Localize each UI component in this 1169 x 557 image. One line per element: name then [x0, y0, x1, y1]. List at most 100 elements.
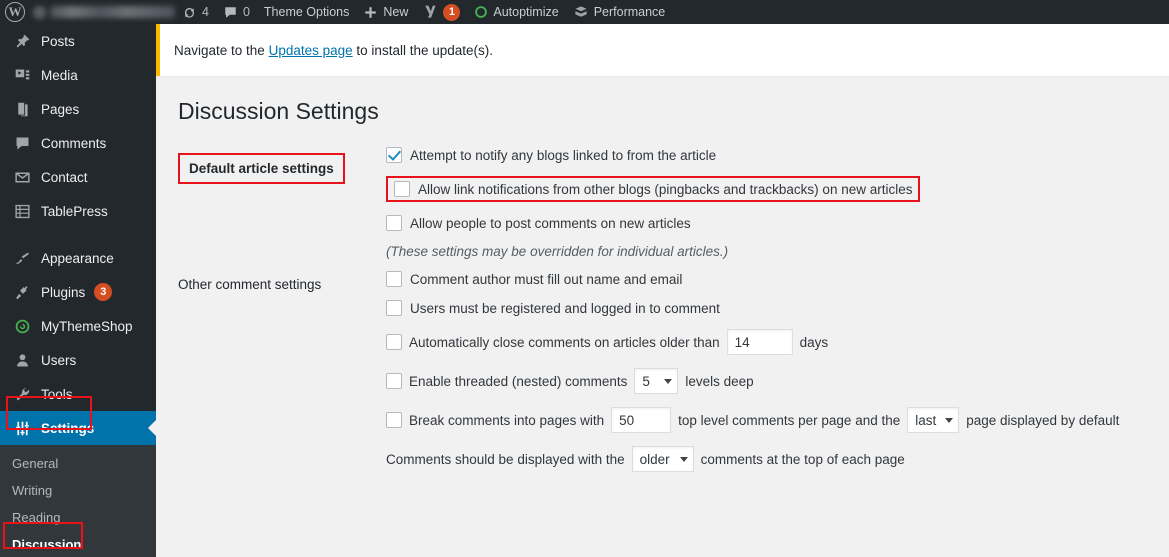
- sidebar-item-label: Contact: [41, 169, 88, 185]
- option-allow-comments[interactable]: Allow people to post comments on new art…: [386, 215, 1159, 231]
- page-title: Discussion Settings: [178, 98, 379, 124]
- display-label-before: Comments should be displayed with the: [386, 451, 625, 467]
- option-label: Users must be registered and logged in t…: [410, 300, 720, 316]
- checkbox-break-comments[interactable]: [386, 412, 402, 428]
- sidebar-item-label: Media: [41, 67, 78, 83]
- performance-icon: [573, 4, 589, 20]
- envelope-icon: [12, 169, 32, 186]
- notice-text-after: to install the update(s).: [356, 42, 493, 58]
- auto-close-label-after: days: [799, 334, 829, 350]
- option-allow-pingbacks[interactable]: Allow link notifications from other blog…: [386, 176, 921, 202]
- sidebar-item-pages[interactable]: Pages: [0, 92, 156, 126]
- admin-sidebar: Posts Media Pages Comments Contact Table…: [0, 24, 156, 557]
- checkbox-require-name-email[interactable]: [386, 271, 402, 287]
- sidebar-item-mythemeshop[interactable]: MyThemeShop: [0, 309, 156, 343]
- sidebar-item-tools[interactable]: Tools: [0, 377, 156, 411]
- submenu-item-discussion[interactable]: Discussion: [0, 531, 156, 557]
- auto-close-label-before: Automatically close comments on articles…: [409, 334, 720, 350]
- yoast-badge: 1: [443, 3, 461, 21]
- yoast-seo-menu[interactable]: 1: [415, 0, 467, 24]
- new-label: New: [383, 5, 409, 19]
- sidebar-item-plugins[interactable]: Plugins 3: [0, 275, 156, 309]
- checkbox-allow-pingbacks[interactable]: [394, 181, 410, 197]
- break-comments-count-input[interactable]: [611, 407, 672, 433]
- performance-menu[interactable]: Performance: [566, 0, 673, 24]
- settings-submenu: General Writing Reading Discussion: [0, 445, 156, 557]
- table-icon: [12, 203, 32, 220]
- sidebar-item-contact[interactable]: Contact: [0, 160, 156, 194]
- comments-indicator[interactable]: 0: [216, 0, 257, 24]
- new-content-menu[interactable]: New: [356, 0, 415, 24]
- sidebar-item-label: Users: [41, 352, 77, 368]
- submenu-item-general[interactable]: General: [0, 450, 156, 477]
- sidebar-item-users[interactable]: Users: [0, 343, 156, 377]
- checkbox-auto-close[interactable]: [386, 334, 402, 350]
- option-threaded-comments[interactable]: Enable threaded (nested) comments 5 leve…: [386, 368, 1159, 394]
- comment-bubble-icon: [12, 135, 32, 152]
- display-label-after: comments at the top of each page: [700, 451, 905, 467]
- submenu-item-writing[interactable]: Writing: [0, 477, 156, 504]
- option-comment-display-order[interactable]: Comments should be displayed with the ol…: [386, 446, 1159, 472]
- chevron-down-icon: [679, 456, 688, 462]
- default-article-note: (These settings may be overridden for in…: [386, 244, 729, 259]
- theme-options-label: Theme Options: [263, 5, 350, 19]
- media-icon: [12, 67, 32, 84]
- yoast-icon: [422, 4, 438, 20]
- sidebar-item-label: Plugins: [41, 284, 86, 300]
- chevron-down-icon: [945, 417, 954, 423]
- plus-icon: [363, 5, 378, 20]
- option-notify-blogs[interactable]: Attempt to notify any blogs linked to fr…: [386, 147, 1159, 163]
- sidebar-item-media[interactable]: Media: [0, 58, 156, 92]
- site-name-redacted[interactable]: [33, 5, 175, 19]
- sidebar-item-tablepress[interactable]: TablePress: [0, 194, 156, 228]
- site-name-blurred-text: [50, 6, 175, 18]
- admin-bar: W 4 0 Theme Options New 1 Autoptimize Pe…: [0, 0, 1169, 24]
- sidebar-item-label: Posts: [41, 33, 75, 49]
- break-page-select[interactable]: last: [907, 407, 960, 433]
- updates-indicator[interactable]: 4: [175, 0, 216, 24]
- checkbox-allow-comments[interactable]: [386, 215, 402, 231]
- autoptimize-menu[interactable]: Autoptimize: [467, 0, 565, 24]
- updates-page-link[interactable]: Updates page: [269, 43, 353, 58]
- threaded-label-before: Enable threaded (nested) comments: [409, 373, 628, 389]
- sidebar-item-settings[interactable]: Settings: [0, 411, 156, 445]
- sidebar-item-label: Comments: [41, 135, 107, 151]
- default-article-settings-fields: Attempt to notify any blogs linked to fr…: [386, 141, 1169, 265]
- option-require-registration[interactable]: Users must be registered and logged in t…: [386, 300, 1159, 316]
- autoptimize-label: Autoptimize: [493, 5, 559, 19]
- checkbox-notify-blogs[interactable]: [386, 147, 402, 163]
- sidebar-item-appearance[interactable]: Appearance: [0, 241, 156, 275]
- threaded-label-after: levels deep: [685, 373, 754, 389]
- other-comment-settings-label: Other comment settings: [178, 277, 322, 292]
- plugins-update-badge: 3: [94, 283, 113, 301]
- sidebar-item-label: Tools: [41, 386, 73, 402]
- sidebar-item-label: Pages: [41, 101, 80, 117]
- default-article-settings-row: Default article settings Attempt to noti…: [156, 141, 1169, 265]
- theme-options-menu[interactable]: Theme Options: [257, 0, 356, 24]
- submenu-item-label: Writing: [12, 483, 53, 498]
- sidebar-item-comments[interactable]: Comments: [0, 126, 156, 160]
- option-auto-close-comments[interactable]: Automatically close comments on articles…: [386, 329, 1159, 355]
- pin-icon: [12, 33, 32, 50]
- comments-count: 0: [242, 5, 250, 19]
- default-article-settings-label: Default article settings: [178, 153, 345, 184]
- updates-icon: [182, 5, 197, 20]
- auto-close-days-input[interactable]: [726, 329, 793, 355]
- option-break-comments-pages[interactable]: Break comments into pages with top level…: [386, 407, 1159, 433]
- sidebar-item-posts[interactable]: Posts: [0, 24, 156, 58]
- display-order-value: older: [639, 451, 670, 467]
- wordpress-logo-icon[interactable]: W: [5, 2, 25, 22]
- option-label: Attempt to notify any blogs linked to fr…: [410, 147, 717, 163]
- default-article-settings-label-cell: Default article settings: [156, 141, 386, 265]
- checkbox-threaded-comments[interactable]: [386, 373, 402, 389]
- display-order-select[interactable]: older: [631, 446, 694, 472]
- option-label: Allow people to post comments on new art…: [410, 215, 691, 231]
- threaded-levels-select[interactable]: 5: [634, 368, 679, 394]
- option-require-name-email[interactable]: Comment author must fill out name and em…: [386, 271, 1159, 287]
- submenu-item-reading[interactable]: Reading: [0, 504, 156, 531]
- submenu-item-label: Discussion: [12, 537, 82, 552]
- chevron-down-icon: [664, 378, 673, 384]
- pages-icon: [12, 101, 32, 118]
- sliders-icon: [12, 420, 32, 437]
- checkbox-require-registration[interactable]: [386, 300, 402, 316]
